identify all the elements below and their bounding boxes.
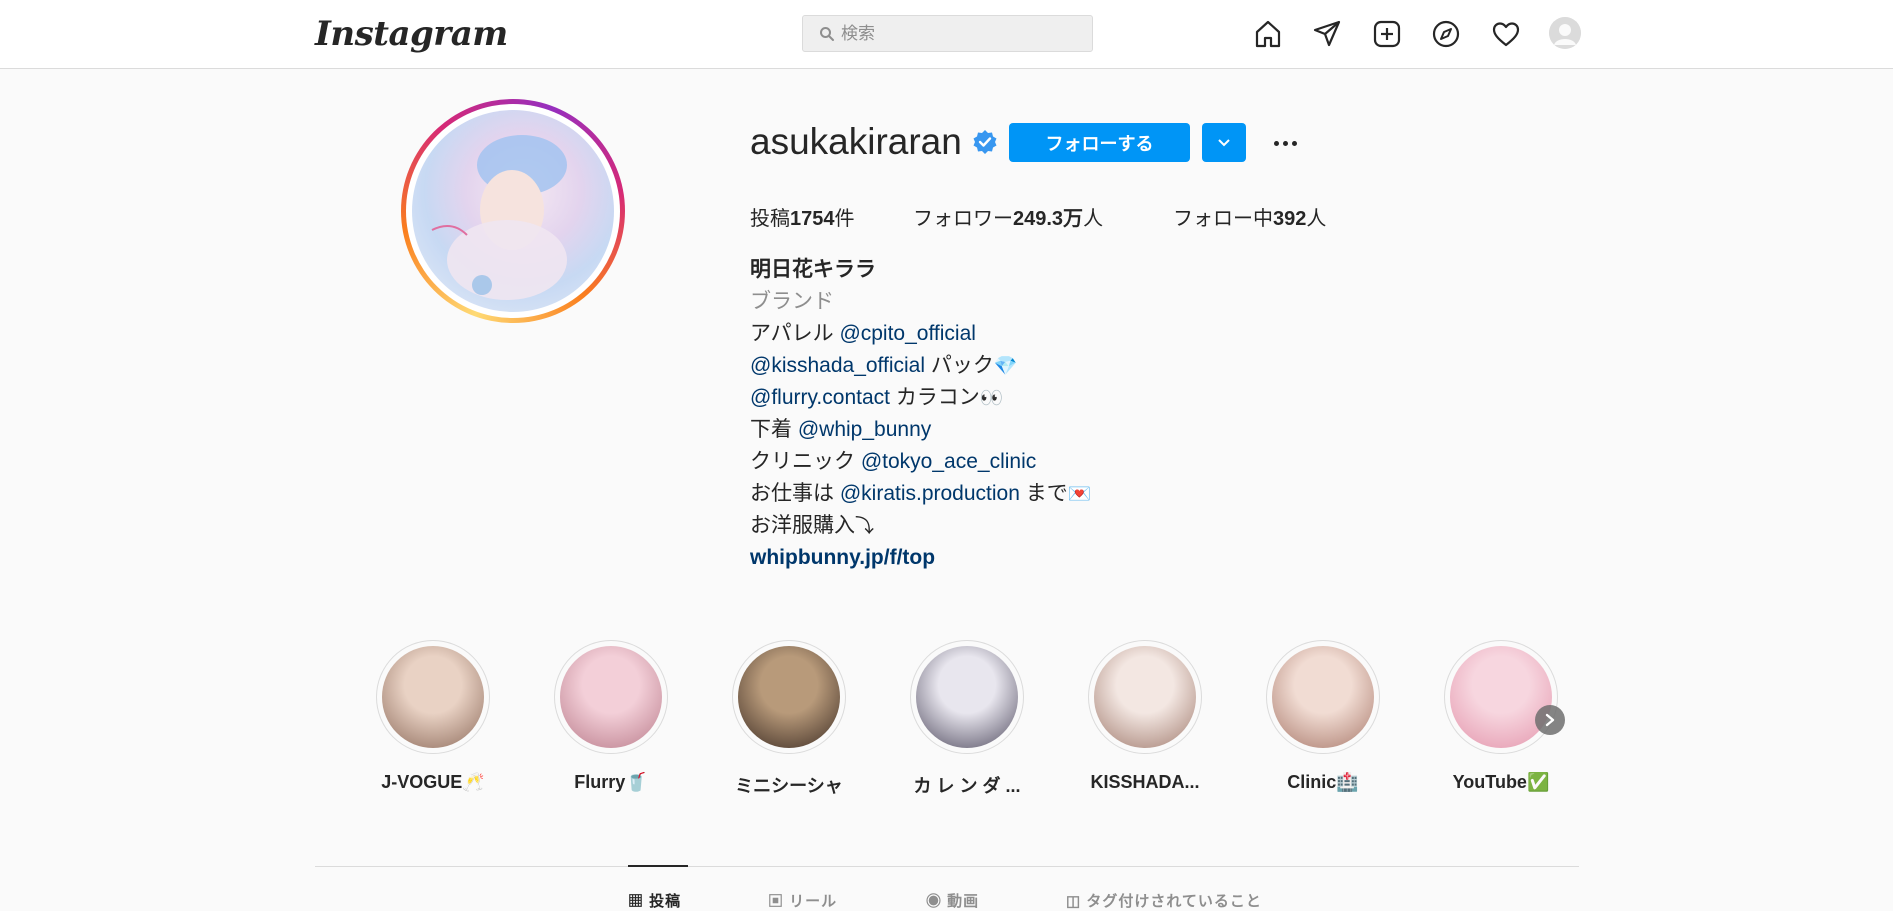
- tab-videos[interactable]: ◉ 動画: [926, 890, 979, 911]
- mention-link[interactable]: @flurry.contact: [750, 386, 890, 409]
- gem-icon: 💎: [993, 355, 1018, 377]
- highlight-label: カ レ ン ダ ...: [913, 776, 1021, 796]
- mention-link[interactable]: @kiratis.production: [840, 482, 1020, 505]
- profile-bio: 明日花キララ ブランド アパレル @cpito_official @kissha…: [750, 254, 1350, 574]
- home-icon[interactable]: [1250, 16, 1286, 52]
- follow-button[interactable]: フォローする: [1009, 123, 1190, 162]
- story-highlight[interactable]: J-VOGUE🥂: [363, 640, 503, 793]
- mention-link[interactable]: @whip_bunny: [798, 418, 931, 441]
- nav-icon-group: [1250, 16, 1581, 52]
- more-options-icon: [1273, 140, 1279, 146]
- direct-message-icon[interactable]: [1309, 16, 1345, 52]
- search-input[interactable]: [841, 23, 1081, 44]
- tab-posts[interactable]: ▦ 投稿: [628, 890, 681, 911]
- mention-link[interactable]: @tokyo_ace_clinic: [861, 450, 1036, 473]
- profile-avatar-story-ring[interactable]: [401, 99, 625, 323]
- tabs-divider: [315, 866, 1579, 867]
- highlight-cover-image: [916, 646, 1018, 748]
- mention-link[interactable]: @cpito_official: [839, 322, 976, 345]
- highlight-label: YouTube✅: [1452, 772, 1550, 792]
- chevron-right-icon: [1545, 713, 1555, 727]
- mention-link[interactable]: @kisshada_official: [750, 354, 925, 377]
- highlight-cover-image: [1272, 646, 1374, 748]
- highlight-label: J-VOGUE🥂: [381, 772, 485, 792]
- bio-line: whipbunny.jp/f/top: [750, 542, 1350, 574]
- highlight-cover-image: [738, 646, 840, 748]
- profile-username: asukakiraran: [750, 121, 962, 162]
- highlight-cover-image: [382, 646, 484, 748]
- search-box[interactable]: [802, 15, 1093, 52]
- eyes-icon: 👀: [979, 387, 1004, 409]
- followers-count-stat[interactable]: フォロワー249.3万人: [913, 202, 1103, 231]
- bio-line: お仕事は @kiratis.production まで💌: [750, 482, 1092, 505]
- story-highlight[interactable]: カ レ ン ダ ...: [897, 640, 1037, 798]
- bio-line: お洋服購入⤵: [750, 514, 875, 537]
- highlights-next-button[interactable]: [1535, 705, 1565, 735]
- highlight-cover-image: [560, 646, 662, 748]
- profile-avatar-image: [412, 110, 614, 312]
- instagram-logo[interactable]: Instagram: [315, 14, 508, 54]
- top-navigation-bar: Instagram: [0, 0, 1893, 69]
- suggested-accounts-dropdown-button[interactable]: [1202, 123, 1246, 162]
- tab-tagged[interactable]: ◫ タグ付けされていること: [1066, 890, 1262, 911]
- highlight-label: KISSHADA...: [1090, 772, 1200, 792]
- arrow-down-icon: ⤵: [855, 515, 875, 537]
- username-row: asukakiraran: [750, 118, 998, 166]
- more-options-button[interactable]: [1268, 128, 1302, 158]
- profile-category: ブランド: [750, 290, 834, 313]
- bio-line: @kisshada_official パック💎: [750, 354, 1018, 377]
- verified-badge-icon: [972, 129, 998, 155]
- posts-count-stat: 投稿1754件: [750, 208, 855, 230]
- new-post-icon[interactable]: [1369, 16, 1405, 52]
- love-letter-icon: 💌: [1067, 483, 1092, 505]
- following-count-stat[interactable]: フォロー中392人: [1173, 202, 1326, 231]
- tab-reels[interactable]: ▣ リール: [768, 890, 837, 911]
- highlight-cover-image: [1450, 646, 1552, 748]
- highlight-label: Flurry🥤: [574, 772, 648, 792]
- active-tab-indicator: [628, 865, 688, 867]
- activity-heart-icon[interactable]: [1488, 16, 1524, 52]
- explore-icon[interactable]: [1428, 16, 1464, 52]
- highlight-cover-image: [1094, 646, 1196, 748]
- story-highlight[interactable]: KISSHADA...: [1075, 640, 1215, 793]
- search-icon: [819, 26, 835, 42]
- profile-avatar-icon[interactable]: [1549, 17, 1581, 49]
- bio-line: 下着 @whip_bunny: [750, 418, 932, 441]
- story-highlight[interactable]: ミニシーシャ: [719, 640, 859, 798]
- story-highlight[interactable]: Flurry🥤: [541, 640, 681, 793]
- bio-line: クリニック @tokyo_ace_clinic: [750, 450, 1037, 473]
- chevron-down-icon: [1218, 138, 1230, 146]
- bio-line: アパレル @cpito_official: [750, 322, 976, 345]
- profile-website-link[interactable]: whipbunny.jp/f/top: [750, 546, 935, 569]
- highlight-label: ミニシーシャ: [735, 776, 843, 796]
- story-highlight[interactable]: Clinic🏥: [1253, 640, 1393, 793]
- bio-line: @flurry.contact カラコン👀: [750, 386, 1004, 409]
- highlight-label: Clinic🏥: [1287, 772, 1359, 792]
- profile-full-name: 明日花キララ: [750, 258, 876, 281]
